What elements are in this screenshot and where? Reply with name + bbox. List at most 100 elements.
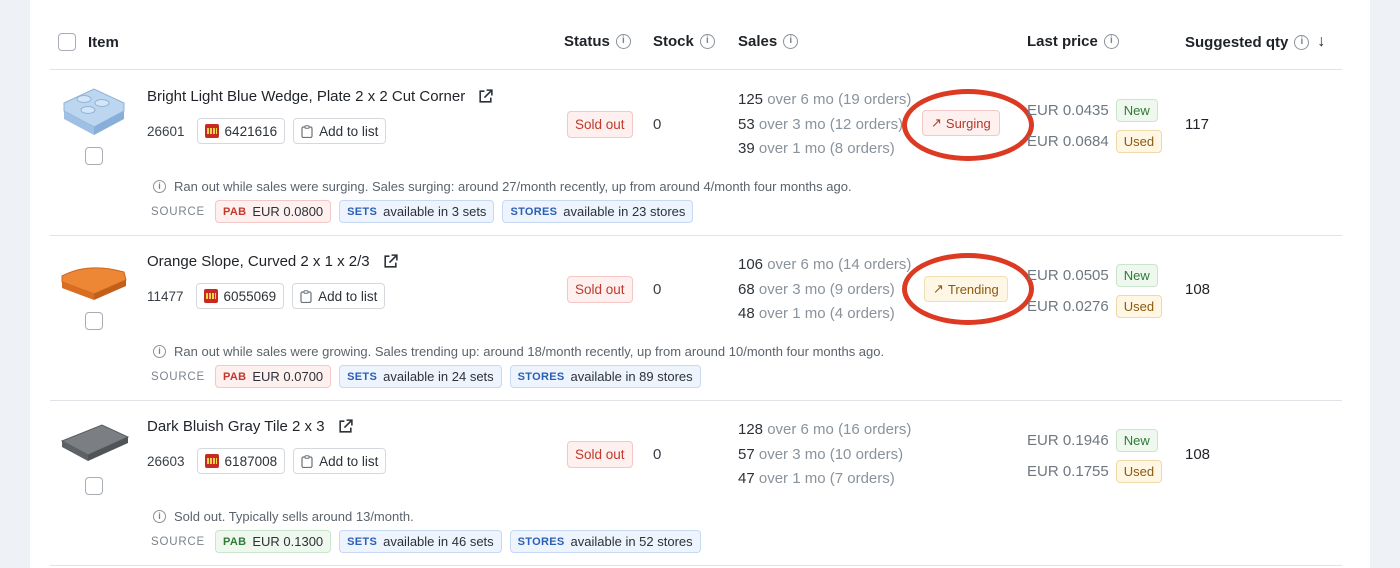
source-chips: SOURCE PAB EUR 0.1300 SETS available in 46…	[151, 530, 701, 553]
status-badge: Sold out	[567, 111, 633, 138]
price-value: EUR 0.1755	[1027, 463, 1109, 480]
part-number: 11477	[147, 288, 184, 304]
sales-line: 68 over 3 mo (9 orders)	[738, 278, 911, 303]
price-value: EUR 0.0276	[1027, 298, 1109, 315]
sales-line: 47 over 1 mo (7 orders)	[738, 467, 911, 492]
condition-tag-new: New	[1115, 429, 1158, 452]
table-row: Dark Bluish Gray Tile 2 x 3 26603 618700…	[50, 401, 1342, 566]
header-stock-label: Stock	[653, 33, 694, 50]
price-line: EUR 0.0505 New	[1027, 260, 1162, 291]
condition-tag-used: Used	[1115, 460, 1163, 483]
header-status[interactable]: Status i	[564, 33, 631, 50]
pab-value: EUR 0.1300	[252, 534, 324, 549]
suggested-qty: 117	[1185, 116, 1209, 133]
stores-value: available in 23 stores	[563, 204, 686, 219]
add-to-list-label: Add to list	[318, 288, 378, 304]
header-suggested-qty[interactable]: Suggested qty i ↓	[1185, 33, 1325, 51]
header-sales-label: Sales	[738, 33, 778, 50]
status-badge: Sold out	[567, 441, 633, 468]
row-checkbox[interactable]	[85, 312, 103, 330]
pab-chip[interactable]: PAB EUR 0.0800	[215, 200, 332, 223]
last-prices: EUR 0.0505 New EUR 0.0276 Used	[1027, 260, 1163, 322]
stores-key: STORES	[510, 205, 558, 218]
clipboard-icon	[301, 454, 313, 468]
external-link-icon[interactable]	[337, 418, 354, 435]
info-icon[interactable]: i	[615, 34, 631, 49]
stores-key: STORES	[517, 535, 565, 548]
table-row: Bright Light Blue Wedge, Plate 2 x 2 Cut…	[50, 71, 1342, 236]
add-to-list-button[interactable]: Add to list	[293, 118, 387, 144]
sales-line: 128 over 6 mo (16 orders)	[738, 418, 911, 443]
external-link-icon[interactable]	[477, 88, 494, 105]
suggested-qty: 108	[1185, 281, 1211, 298]
sales-count: 39	[738, 140, 755, 157]
status-note: i Sold out. Typically sells around 13/mo…	[153, 509, 414, 524]
select-all-checkbox[interactable]	[58, 33, 76, 51]
part-title: Orange Slope, Curved 2 x 1 x 2/3	[147, 253, 399, 270]
element-id-chip[interactable]: 6421616	[196, 118, 286, 144]
element-id-chip[interactable]: 6187008	[196, 448, 286, 474]
pab-chip[interactable]: PAB EUR 0.1300	[215, 530, 332, 553]
stores-chip[interactable]: STORES available in 52 stores	[509, 530, 701, 553]
row-checkbox[interactable]	[85, 477, 103, 495]
sales-period: over 1 mo (7 orders)	[758, 470, 895, 487]
clipboard-icon	[301, 124, 313, 138]
part-thumbnail	[60, 424, 130, 461]
part-title-text[interactable]: Orange Slope, Curved 2 x 1 x 2/3	[147, 253, 370, 270]
sales-count: 68	[738, 280, 755, 298]
info-icon: i	[153, 510, 166, 523]
source-label: SOURCE	[151, 205, 206, 218]
suggested-qty: 108	[1185, 446, 1211, 463]
lego-logo-icon	[204, 124, 219, 138]
sales-line: 48 over 1 mo (4 orders)	[738, 302, 911, 327]
sets-key: SETS	[347, 205, 378, 218]
status-note-text: Sold out. Typically sells around 13/mont…	[174, 509, 414, 524]
sets-chip[interactable]: SETS available in 3 sets	[339, 200, 495, 223]
add-to-list-button[interactable]: Add to list	[292, 283, 386, 309]
part-title: Bright Light Blue Wedge, Plate 2 x 2 Cut…	[147, 88, 494, 105]
add-to-list-button[interactable]: Add to list	[293, 448, 387, 474]
header-last-price[interactable]: Last price i	[1027, 33, 1119, 50]
sales-period: over 6 mo (16 orders)	[767, 421, 912, 438]
sales-count: 128	[738, 421, 764, 438]
element-id-chip[interactable]: 6055069	[195, 283, 285, 309]
sales-line: 57 over 3 mo (10 orders)	[738, 443, 911, 468]
header-sales[interactable]: Sales i	[738, 33, 799, 50]
sales-period: over 6 mo (19 orders)	[767, 91, 912, 108]
sets-chip[interactable]: SETS available in 24 sets	[339, 365, 502, 388]
stores-key: STORES	[517, 370, 565, 383]
stores-value: available in 89 stores	[570, 369, 693, 384]
part-title-text[interactable]: Dark Bluish Gray Tile 2 x 3	[147, 418, 325, 435]
sort-desc-icon[interactable]: ↓	[1317, 33, 1325, 51]
element-id: 6421616	[224, 123, 278, 139]
table-row: Orange Slope, Curved 2 x 1 x 2/3 11477 6…	[50, 236, 1342, 401]
status-note: i Ran out while sales were surging. Sale…	[153, 179, 852, 194]
header-stock[interactable]: Stock i	[653, 33, 715, 50]
price-value: EUR 0.0684	[1027, 133, 1109, 150]
condition-tag-new: New	[1115, 264, 1158, 287]
add-to-list-label: Add to list	[319, 123, 379, 139]
info-icon[interactable]: i	[783, 34, 799, 49]
price-line: EUR 0.1755 Used	[1027, 456, 1163, 487]
stores-chip[interactable]: STORES available in 89 stores	[509, 365, 701, 388]
last-prices: EUR 0.0435 New EUR 0.0684 Used	[1027, 95, 1163, 157]
stores-chip[interactable]: STORES available in 23 stores	[502, 200, 694, 223]
info-icon[interactable]: i	[699, 34, 715, 49]
part-meta: 26601 6421616 Add to list	[147, 118, 387, 144]
part-thumbnail	[63, 88, 125, 135]
price-line: EUR 0.0684 Used	[1027, 126, 1163, 157]
pab-key: PAB	[223, 370, 247, 383]
row-checkbox[interactable]	[85, 147, 103, 165]
sales-stats: 128 over 6 mo (16 orders) 57 over 3 mo (…	[738, 418, 911, 492]
sales-line: 106 over 6 mo (14 orders)	[738, 253, 911, 278]
table-header: Item Status i Stock i Sales i Last price…	[50, 22, 1342, 70]
sets-chip[interactable]: SETS available in 46 sets	[339, 530, 502, 553]
pab-chip[interactable]: PAB EUR 0.0700	[215, 365, 332, 388]
part-title: Dark Bluish Gray Tile 2 x 3	[147, 418, 354, 435]
part-title-text[interactable]: Bright Light Blue Wedge, Plate 2 x 2 Cut…	[147, 88, 465, 105]
status-badge: Sold out	[567, 276, 633, 303]
external-link-icon[interactable]	[382, 253, 399, 270]
stock-value: 0	[653, 446, 662, 463]
info-icon[interactable]: i	[1103, 34, 1119, 49]
info-icon[interactable]: i	[1294, 34, 1310, 50]
